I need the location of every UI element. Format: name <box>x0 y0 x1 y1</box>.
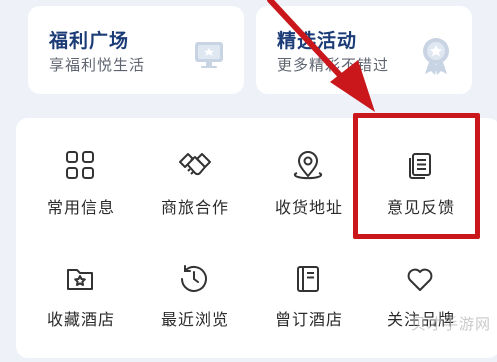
grid-icon <box>63 148 97 182</box>
feedback-highlight-box <box>353 113 480 239</box>
promo-card-activity[interactable]: 精选活动 更多精彩不错过 <box>256 6 472 94</box>
history-clock-icon <box>177 262 211 296</box>
booklet-icon <box>291 262 325 296</box>
promo-title: 精选活动 <box>277 30 358 52</box>
medal-icon <box>419 36 453 80</box>
promo-title: 福利广场 <box>49 30 130 52</box>
grid-item-label: 收货地址 <box>274 198 343 217</box>
grid-item-favorite-hotels[interactable]: 收藏酒店 <box>26 262 136 362</box>
grid-item-shipping-address[interactable]: 收货地址 <box>254 148 364 248</box>
promo-subtitle: 享福利悦生活 <box>49 56 146 74</box>
star-folder-icon <box>63 262 97 296</box>
grid-item-label: 曾订酒店 <box>274 310 343 329</box>
grid-item-common-info[interactable]: 常用信息 <box>26 148 136 248</box>
grid-item-booked-hotels[interactable]: 曾订酒店 <box>254 262 364 362</box>
location-pin-icon <box>291 148 325 182</box>
heart-icon <box>403 262 437 296</box>
handshake-icon <box>177 148 211 182</box>
monitor-icon <box>192 39 226 75</box>
grid-item-label: 常用信息 <box>46 198 115 217</box>
grid-item-label: 最近浏览 <box>160 310 229 329</box>
watermark: 贝才手游网 <box>410 315 491 333</box>
grid-item-label: 收藏酒店 <box>46 310 115 329</box>
grid-item-recent-views[interactable]: 最近浏览 <box>140 262 250 362</box>
promo-card-welfare[interactable]: 福利广场 享福利悦生活 <box>28 6 244 94</box>
grid-item-followed-brands[interactable]: 关注品牌 <box>366 262 476 362</box>
grid-item-business-cooperation[interactable]: 商旅合作 <box>140 148 250 248</box>
grid-item-label: 商旅合作 <box>160 198 229 217</box>
promo-subtitle: 更多精彩不错过 <box>277 56 390 74</box>
